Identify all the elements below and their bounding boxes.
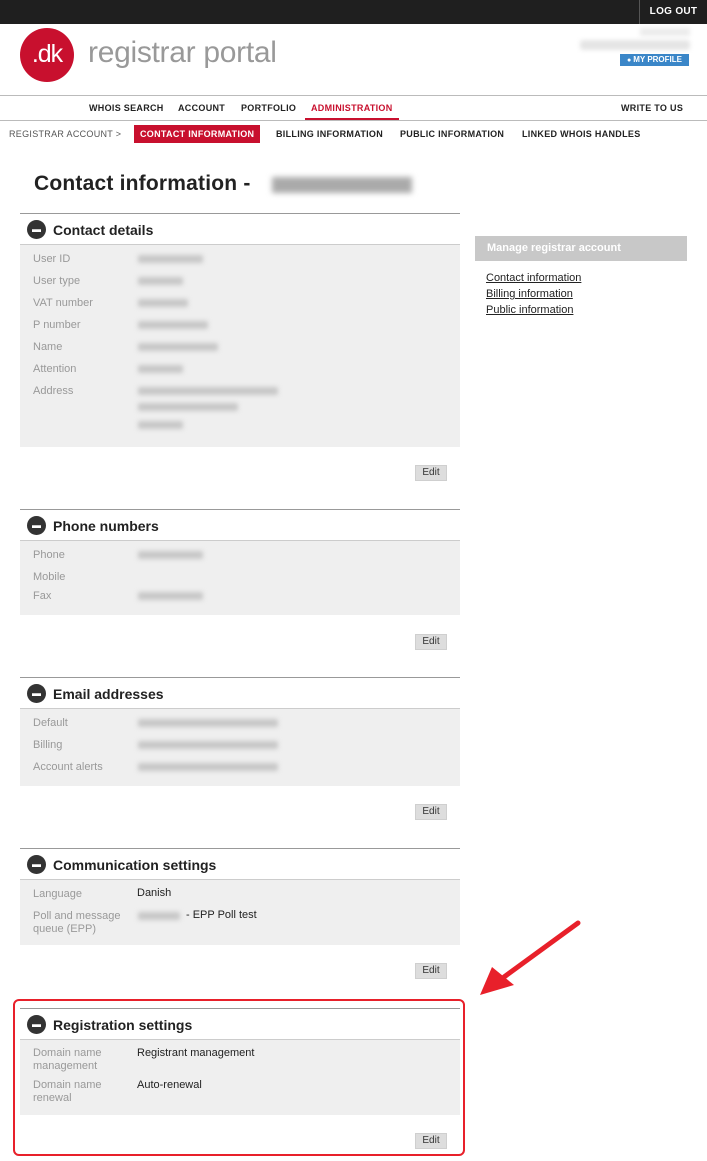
edit-button[interactable]: Edit — [415, 465, 447, 481]
tab-public-information[interactable]: PUBLIC INFORMATION — [394, 125, 510, 143]
top-bar: LOG OUT — [0, 0, 707, 24]
user-name-redacted — [640, 28, 690, 36]
field-label: Default — [33, 717, 68, 729]
registrar-id-redacted — [272, 177, 412, 193]
sidebar-link-billing-information[interactable]: Billing information — [486, 288, 573, 300]
field-label: Fax — [33, 590, 52, 602]
tab-contact-information[interactable]: CONTACT INFORMATION — [134, 125, 261, 143]
portal-title: registrar portal — [88, 36, 277, 69]
email-addresses-section: ▬ Email addresses Default Billing Accoun… — [20, 677, 460, 820]
field-label: User ID — [33, 253, 71, 265]
page-title: Contact information - — [34, 172, 251, 195]
redacted-value — [138, 741, 278, 749]
redacted-value — [138, 912, 180, 920]
breadcrumb[interactable]: REGISTRAR ACCOUNT > — [9, 122, 121, 146]
redacted-value — [138, 343, 218, 351]
field-label: Account alerts — [33, 761, 103, 773]
logout-button[interactable]: LOG OUT — [639, 0, 707, 24]
section-title: Contact details — [53, 222, 154, 238]
sidebar-link-public-information[interactable]: Public information — [486, 304, 573, 316]
redacted-value — [138, 387, 278, 395]
collapse-icon[interactable]: ▬ — [27, 855, 46, 874]
section-title: Communication settings — [53, 857, 217, 873]
poll-queue-value: - EPP Poll test — [186, 909, 257, 921]
my-profile-label: MY PROFILE — [633, 55, 682, 64]
phone-numbers-section: ▬ Phone numbers Phone Mobile Fax Edit — [20, 509, 460, 650]
sub-navigation: REGISTRAR ACCOUNT > CONTACT INFORMATION … — [0, 122, 707, 146]
section-header[interactable]: ▬ Email addresses — [20, 677, 460, 709]
language-value: Danish — [137, 887, 172, 899]
redacted-value — [138, 763, 278, 771]
section-body: Default Billing Account alerts — [20, 709, 460, 786]
field-label: Name — [33, 341, 63, 353]
field-label: User type — [33, 275, 81, 287]
nav-portfolio[interactable]: PORTFOLIO — [241, 96, 296, 120]
arrow-annotation-icon — [480, 920, 581, 995]
nav-whois-search[interactable]: WHOIS SEARCH — [89, 96, 164, 120]
section-body: User ID User type VAT number P number Na… — [20, 245, 460, 447]
contact-details-section: ▬ Contact details User ID User type VAT … — [20, 213, 460, 481]
redacted-value — [138, 551, 203, 559]
edit-button[interactable]: Edit — [415, 963, 447, 979]
nav-write-to-us[interactable]: WRITE TO US — [621, 96, 683, 120]
redacted-value — [138, 277, 183, 285]
field-label: Address — [33, 385, 74, 397]
field-label: VAT number — [33, 297, 93, 309]
dk-logo[interactable]: .dk — [20, 28, 74, 82]
nav-account[interactable]: ACCOUNT — [178, 96, 225, 120]
section-header[interactable]: ▬ Contact details — [20, 213, 460, 245]
redacted-value — [138, 592, 203, 600]
redacted-value — [138, 719, 278, 727]
field-label: Mobile — [33, 571, 66, 583]
section-body: Phone Mobile Fax — [20, 541, 460, 615]
person-icon: ● — [627, 57, 632, 64]
my-profile-button[interactable]: ● MY PROFILE — [620, 54, 689, 66]
tab-linked-whois-handles[interactable]: LINKED WHOIS HANDLES — [516, 125, 647, 143]
field-label: Billing — [33, 739, 63, 751]
field-label: Language — [33, 888, 82, 900]
redacted-value — [138, 421, 183, 429]
redacted-value — [138, 299, 188, 307]
main-navigation: WHOIS SEARCH ACCOUNT PORTFOLIO ADMINISTR… — [0, 95, 707, 121]
user-email-redacted — [580, 40, 690, 50]
redacted-value — [138, 321, 208, 329]
field-label: Poll and message queue (EPP) — [33, 910, 121, 935]
section-body: Language Danish Poll and message queue (… — [20, 880, 460, 945]
section-title: Phone numbers — [53, 518, 159, 534]
registration-settings-highlight — [13, 999, 465, 1156]
nav-administration[interactable]: ADMINISTRATION — [305, 96, 399, 120]
section-title: Email addresses — [53, 686, 164, 702]
collapse-icon[interactable]: ▬ — [27, 516, 46, 535]
edit-button[interactable]: Edit — [415, 804, 447, 820]
redacted-value — [138, 255, 203, 263]
sidebar-link-contact-information[interactable]: Contact information — [486, 272, 581, 284]
section-header[interactable]: ▬ Phone numbers — [20, 509, 460, 541]
sidebar-heading: Manage registrar account — [475, 236, 687, 261]
tab-billing-information[interactable]: BILLING INFORMATION — [270, 125, 389, 143]
edit-button[interactable]: Edit — [415, 634, 447, 650]
collapse-icon[interactable]: ▬ — [27, 684, 46, 703]
communication-settings-section: ▬ Communication settings Language Danish… — [20, 848, 460, 979]
redacted-value — [138, 365, 183, 373]
field-label: Attention — [33, 363, 77, 375]
redacted-value — [138, 403, 238, 411]
section-header[interactable]: ▬ Communication settings — [20, 848, 460, 880]
collapse-icon[interactable]: ▬ — [27, 220, 46, 239]
field-label: Phone — [33, 549, 65, 561]
field-label: P number — [33, 319, 81, 331]
